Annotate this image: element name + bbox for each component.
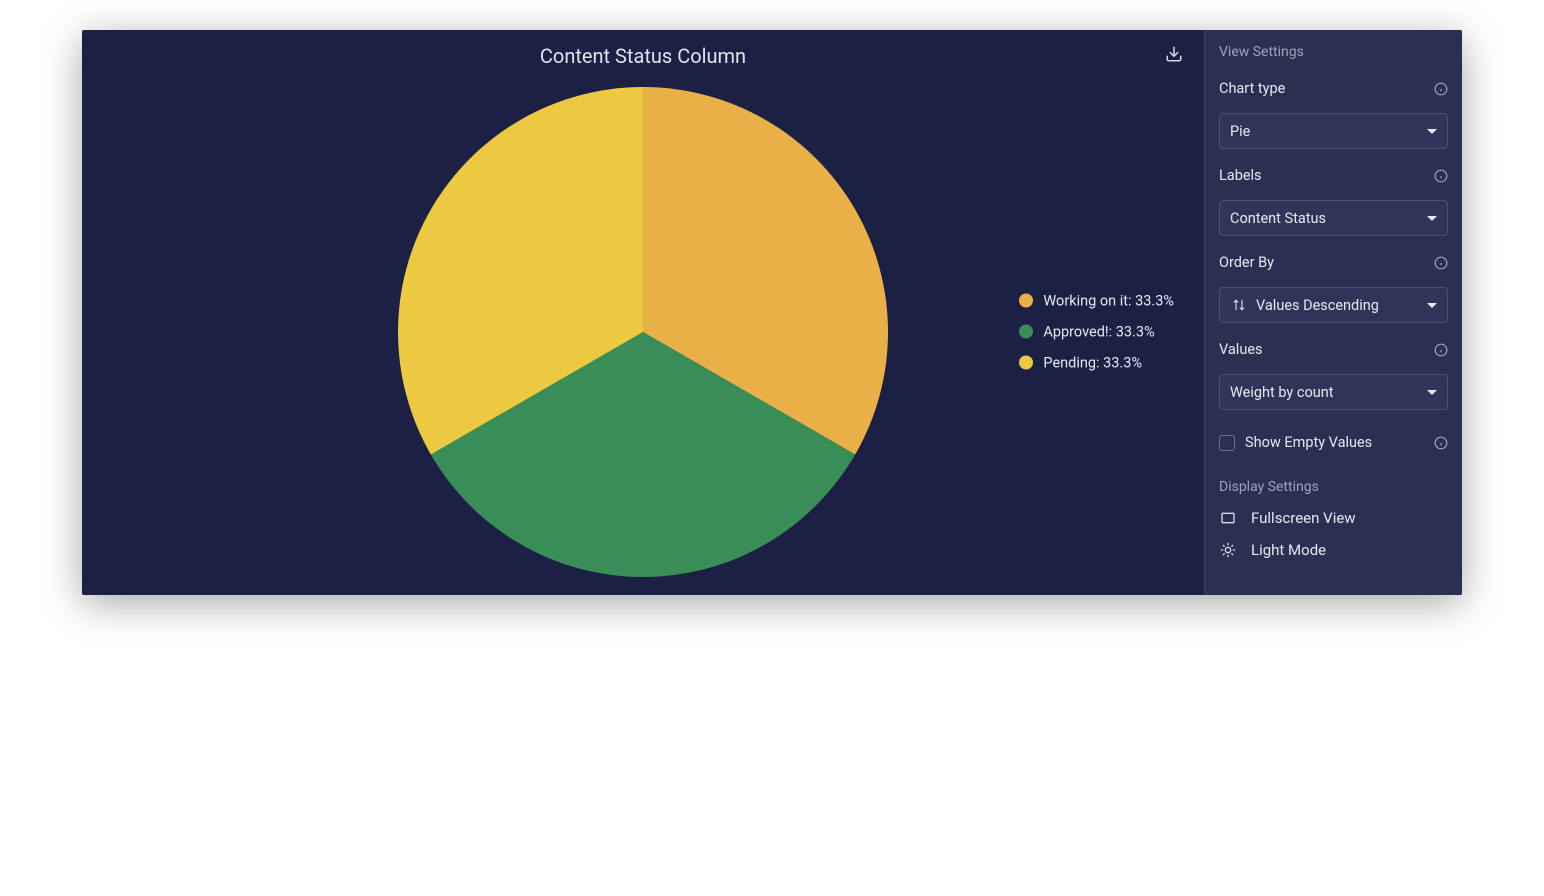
download-button[interactable] xyxy=(1164,44,1184,64)
show-empty-label: Show Empty Values xyxy=(1245,434,1372,451)
legend-item[interactable]: Pending: 33.3% xyxy=(1019,354,1174,371)
app-container: Content Status Column xyxy=(82,30,1462,595)
show-empty-row: Show Empty Values xyxy=(1219,434,1448,451)
info-icon[interactable] xyxy=(1433,435,1448,450)
legend-label: Pending: 33.3% xyxy=(1043,354,1142,371)
chart-type-label-row: Chart type xyxy=(1219,80,1448,97)
legend-item[interactable]: Approved!: 33.3% xyxy=(1019,323,1174,340)
order-by-label: Order By xyxy=(1219,254,1274,271)
fullscreen-view-button[interactable]: Fullscreen View xyxy=(1219,509,1448,527)
info-icon[interactable] xyxy=(1433,168,1448,183)
info-icon[interactable] xyxy=(1433,342,1448,357)
display-settings-title: Display Settings xyxy=(1219,479,1448,495)
legend-dot-icon xyxy=(1019,294,1033,308)
order-by-value: Values Descending xyxy=(1256,297,1379,314)
legend-dot-icon xyxy=(1019,325,1033,339)
chevron-down-icon xyxy=(1427,129,1437,134)
chevron-down-icon xyxy=(1427,216,1437,221)
pie-chart xyxy=(393,82,893,582)
light-mode-button[interactable]: Light Mode xyxy=(1219,541,1448,559)
legend-item[interactable]: Working on it: 33.3% xyxy=(1019,292,1174,309)
chart-type-value: Pie xyxy=(1230,123,1250,140)
chart-panel: Content Status Column xyxy=(82,30,1204,595)
info-icon[interactable] xyxy=(1433,81,1448,96)
chart-body: Working on it: 33.3% Approved!: 33.3% Pe… xyxy=(82,68,1204,595)
chart-type-select[interactable]: Pie xyxy=(1219,113,1448,149)
labels-select[interactable]: Content Status xyxy=(1219,200,1448,236)
legend: Working on it: 33.3% Approved!: 33.3% Pe… xyxy=(1019,292,1174,371)
order-by-select[interactable]: Values Descending xyxy=(1219,287,1448,323)
show-empty-checkbox[interactable] xyxy=(1219,435,1235,451)
labels-label-row: Labels xyxy=(1219,167,1448,184)
light-mode-label: Light Mode xyxy=(1251,541,1326,559)
view-settings-title: View Settings xyxy=(1219,44,1448,60)
chevron-down-icon xyxy=(1427,390,1437,395)
values-label: Values xyxy=(1219,341,1263,358)
sun-icon xyxy=(1219,541,1237,559)
legend-label: Approved!: 33.3% xyxy=(1043,323,1154,340)
chart-title: Content Status Column xyxy=(540,44,746,68)
labels-value: Content Status xyxy=(1230,210,1326,227)
values-select[interactable]: Weight by count xyxy=(1219,374,1448,410)
labels-label: Labels xyxy=(1219,167,1262,184)
download-icon xyxy=(1165,45,1183,63)
legend-dot-icon xyxy=(1019,356,1033,370)
values-value: Weight by count xyxy=(1230,384,1333,401)
chevron-down-icon xyxy=(1427,303,1437,308)
legend-label: Working on it: 33.3% xyxy=(1043,292,1174,309)
sort-icon xyxy=(1230,296,1248,314)
fullscreen-icon xyxy=(1219,509,1237,527)
display-settings-section: Display Settings Fullscreen View Light M… xyxy=(1219,479,1448,559)
fullscreen-label: Fullscreen View xyxy=(1251,509,1356,527)
order-by-label-row: Order By xyxy=(1219,254,1448,271)
info-icon[interactable] xyxy=(1433,255,1448,270)
chart-type-label: Chart type xyxy=(1219,80,1285,97)
settings-sidebar: View Settings Chart type Pie Labels xyxy=(1204,30,1462,595)
chart-header: Content Status Column xyxy=(82,30,1204,68)
values-label-row: Values xyxy=(1219,341,1448,358)
